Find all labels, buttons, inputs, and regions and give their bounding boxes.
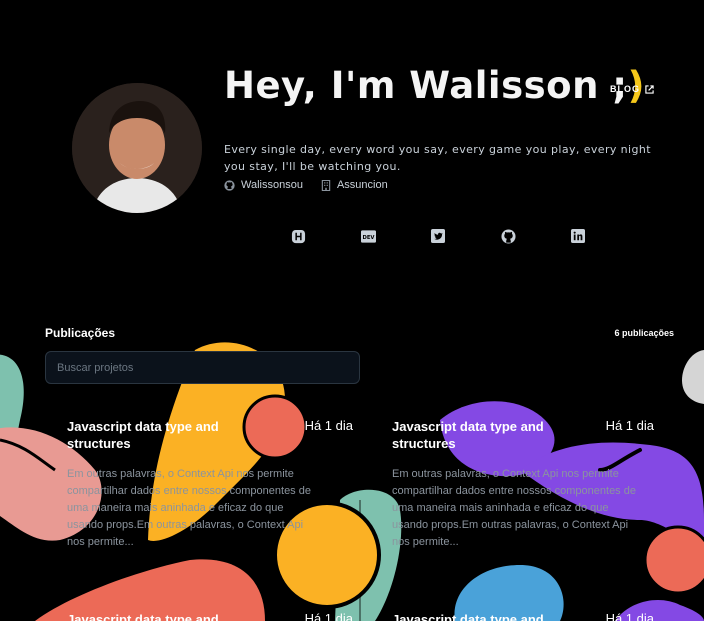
post-excerpt: Em outras palavras, o Context Api nos pe… [392, 468, 636, 548]
publications-count: 6 publicações [614, 328, 674, 338]
linkedin-link[interactable] [569, 227, 587, 245]
dev-icon: DEV [360, 229, 376, 243]
location: Assuncion [321, 179, 388, 191]
social-links: DEV [289, 227, 587, 245]
github-username[interactable]: Walissonsou [224, 179, 303, 191]
github-icon [500, 228, 516, 244]
publications-heading: Publicações [45, 326, 116, 340]
profile-meta: Walissonsou Assuncion [224, 179, 388, 191]
post-card[interactable]: Javascript data type and Há 1 dia [67, 611, 357, 621]
github-icon [224, 179, 235, 191]
page-title: Hey, I'm Walisson ;) [224, 64, 646, 107]
avatar-portrait-icon [72, 83, 202, 213]
profile-header: Hey, I'm Walisson ;) BLOG Every single d… [0, 0, 704, 300]
post-card[interactable]: Javascript data type and structures Há 1… [392, 418, 654, 548]
post-title: Javascript data type and [67, 612, 219, 621]
post-excerpt: Em outras palavras, o Context Api nos pe… [67, 468, 311, 548]
search-input[interactable] [45, 351, 360, 384]
post-title: Javascript data type and [392, 612, 544, 621]
external-link-icon [645, 84, 654, 94]
github-link[interactable] [499, 227, 517, 245]
dev-link[interactable]: DEV [359, 227, 377, 245]
post-title: Javascript data type and structures [67, 419, 219, 451]
post-card[interactable]: Javascript data type and structures Há 1… [67, 418, 357, 548]
linkedin-icon [571, 229, 585, 243]
post-card[interactable]: Javascript data type and Há 1 dia [392, 611, 654, 621]
bio-text: Every single day, every word you say, ev… [224, 143, 651, 173]
post-date: Há 1 dia [304, 418, 353, 433]
twitter-link[interactable] [429, 227, 447, 245]
blog-link-label: BLOG [610, 84, 640, 94]
building-icon [321, 179, 331, 191]
post-date: Há 1 dia [605, 611, 654, 621]
post-date: Há 1 dia [304, 611, 353, 621]
hashnode-icon [291, 229, 305, 243]
avatar [72, 83, 202, 213]
blog-link[interactable]: BLOG [610, 84, 654, 94]
svg-text:DEV: DEV [362, 234, 375, 240]
post-date: Há 1 dia [605, 418, 654, 433]
post-title: Javascript data type and structures [392, 419, 544, 451]
hashnode-link[interactable] [289, 227, 307, 245]
twitter-icon [431, 229, 445, 243]
